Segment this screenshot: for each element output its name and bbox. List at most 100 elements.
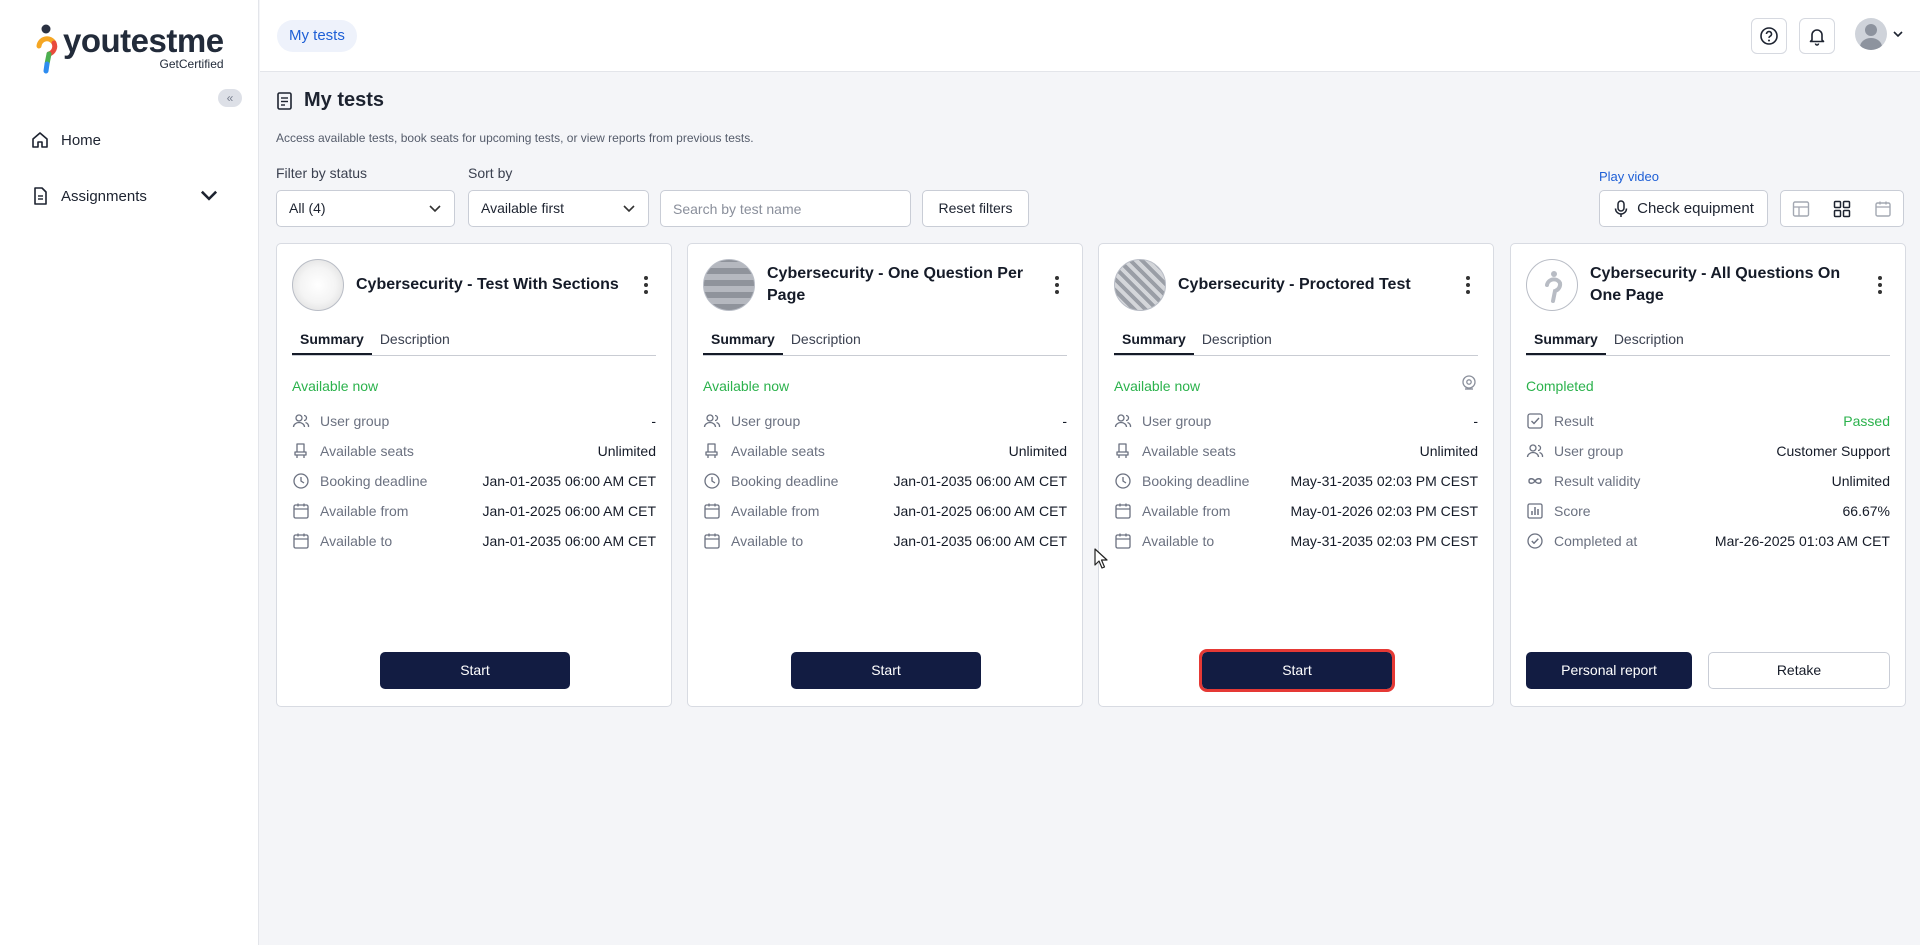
test-title[interactable]: Cybersecurity - Proctored Test bbox=[1178, 274, 1448, 296]
calendar-icon bbox=[1114, 502, 1132, 520]
reset-filters-button[interactable]: Reset filters bbox=[922, 190, 1029, 227]
page-title: My tests bbox=[276, 89, 384, 112]
brand-subtitle: GetCertified bbox=[159, 57, 224, 71]
calendar-view-button[interactable] bbox=[1862, 191, 1903, 226]
info-row-booking-deadline: Booking deadline Jan-01-2035 06:00 AM CE… bbox=[292, 466, 656, 496]
info-row-available-to: Available to Jan-01-2035 06:00 AM CET bbox=[703, 526, 1067, 556]
seat-icon bbox=[703, 442, 721, 460]
info-label: Result validity bbox=[1554, 473, 1641, 489]
status-filter-value: All (4) bbox=[289, 200, 326, 216]
home-icon bbox=[32, 132, 48, 148]
test-title[interactable]: Cybersecurity - Test With Sections bbox=[356, 274, 626, 296]
tab-description[interactable]: Description bbox=[372, 324, 458, 355]
more-options-icon[interactable] bbox=[1870, 276, 1890, 294]
test-thumbnail bbox=[1526, 259, 1578, 311]
test-card: Cybersecurity - Test With Sections Summa… bbox=[276, 243, 672, 707]
info-label: Available seats bbox=[1142, 443, 1236, 459]
mouse-cursor-icon bbox=[1094, 548, 1108, 569]
info-label: Available from bbox=[1142, 503, 1231, 519]
chevron-down-icon[interactable] bbox=[199, 186, 219, 206]
grid-view-icon bbox=[1833, 200, 1851, 217]
sort-label: Sort by bbox=[468, 165, 513, 181]
retake-button[interactable]: Retake bbox=[1708, 652, 1890, 689]
info-row-booking-deadline: Booking deadline Jan-01-2035 06:00 AM CE… bbox=[703, 466, 1067, 496]
tab-description[interactable]: Description bbox=[1194, 324, 1280, 355]
chevron-down-icon bbox=[623, 205, 635, 213]
info-value: Jan-01-2035 06:00 AM CET bbox=[482, 533, 656, 549]
tab-description[interactable]: Description bbox=[783, 324, 869, 355]
tab-summary[interactable]: Summary bbox=[1114, 324, 1194, 355]
info-value: Jan-01-2025 06:00 AM CET bbox=[893, 503, 1067, 519]
brand-logo[interactable]: youtestme GetCertified bbox=[33, 24, 224, 74]
info-label: User group bbox=[731, 413, 801, 429]
search-input[interactable] bbox=[660, 190, 911, 227]
sidebar-item-home[interactable]: Home bbox=[30, 130, 230, 150]
tab-summary[interactable]: Summary bbox=[703, 324, 783, 355]
tab-summary[interactable]: Summary bbox=[292, 324, 372, 355]
info-label: Booking deadline bbox=[731, 473, 839, 489]
sort-select[interactable]: Available first bbox=[468, 190, 649, 227]
bell-icon bbox=[1809, 29, 1825, 46]
view-switcher bbox=[1780, 190, 1904, 227]
grid-view-button[interactable] bbox=[1822, 191, 1863, 226]
info-row-user-group: User group - bbox=[292, 406, 656, 436]
test-title[interactable]: Cybersecurity - All Questions On One Pag… bbox=[1590, 263, 1860, 307]
info-label: Booking deadline bbox=[320, 473, 428, 489]
breadcrumb-my-tests[interactable]: My tests bbox=[277, 20, 357, 52]
info-row-seats: Available seats Unlimited bbox=[292, 436, 656, 466]
test-card: Cybersecurity - All Questions On One Pag… bbox=[1510, 243, 1906, 707]
info-row-seats: Available seats Unlimited bbox=[703, 436, 1067, 466]
info-label: Available to bbox=[320, 533, 393, 549]
info-value: May-31-2035 02:03 PM CEST bbox=[1290, 473, 1478, 489]
info-row-user-group: User group Customer Support bbox=[1526, 436, 1890, 466]
more-options-icon[interactable] bbox=[1047, 276, 1067, 294]
test-title[interactable]: Cybersecurity - One Question Per Page bbox=[767, 263, 1037, 307]
info-value: Unlimited bbox=[1831, 473, 1890, 489]
info-value: - bbox=[1473, 413, 1478, 429]
status-filter-select[interactable]: All (4) bbox=[276, 190, 455, 227]
more-options-icon[interactable] bbox=[636, 276, 656, 294]
infinity-icon bbox=[1526, 472, 1544, 490]
test-thumbnail bbox=[1114, 259, 1166, 311]
start-button[interactable]: Start bbox=[1199, 649, 1395, 692]
info-value: Unlimited bbox=[1419, 443, 1478, 459]
avatar bbox=[1855, 18, 1887, 50]
test-thumbnail bbox=[292, 259, 344, 311]
user-menu[interactable] bbox=[1855, 18, 1905, 50]
status-filter-label: Filter by status bbox=[276, 165, 368, 181]
main-content: My tests Access available tests, book se… bbox=[260, 73, 1920, 945]
sidebar: youtestme GetCertified « Home Assignment… bbox=[0, 0, 259, 945]
tab-summary[interactable]: Summary bbox=[1526, 324, 1606, 355]
start-button[interactable]: Start bbox=[791, 652, 981, 689]
info-value: Mar-26-2025 01:03 AM CET bbox=[1714, 533, 1890, 549]
status-badge: Available now bbox=[292, 378, 379, 394]
info-row-booking-deadline: Booking deadline May-31-2035 02:03 PM CE… bbox=[1114, 466, 1478, 496]
start-button[interactable]: Start bbox=[380, 652, 570, 689]
info-label: Available from bbox=[731, 503, 820, 519]
play-video-link[interactable]: Play video bbox=[1599, 169, 1659, 184]
brand-name: youtestme bbox=[63, 22, 224, 59]
help-button[interactable] bbox=[1751, 18, 1787, 54]
info-row-available-to: Available to Jan-01-2035 06:00 AM CET bbox=[292, 526, 656, 556]
tab-description[interactable]: Description bbox=[1606, 324, 1692, 355]
clock-icon bbox=[1114, 472, 1132, 490]
info-value: Jan-01-2035 06:00 AM CET bbox=[893, 533, 1067, 549]
info-value: Unlimited bbox=[1008, 443, 1067, 459]
clock-icon bbox=[703, 472, 721, 490]
notifications-button[interactable] bbox=[1799, 18, 1835, 54]
info-row-result: Result Passed bbox=[1526, 406, 1890, 436]
seat-icon bbox=[1114, 442, 1132, 460]
info-value: Jan-01-2035 06:00 AM CET bbox=[893, 473, 1067, 489]
check-equipment-button[interactable]: Check equipment bbox=[1599, 190, 1768, 227]
more-options-icon[interactable] bbox=[1458, 276, 1478, 294]
info-value: - bbox=[1062, 413, 1067, 429]
info-label: User group bbox=[320, 413, 390, 429]
checkbox-icon bbox=[1526, 412, 1544, 430]
personal-report-button[interactable]: Personal report bbox=[1526, 652, 1692, 689]
sidebar-item-assignments[interactable]: Assignments bbox=[30, 186, 230, 206]
status-badge: Completed bbox=[1526, 378, 1594, 394]
webcam-icon bbox=[1460, 374, 1478, 397]
sidebar-collapse-button[interactable]: « bbox=[218, 89, 242, 107]
table-view-button[interactable] bbox=[1781, 191, 1822, 226]
test-card: Cybersecurity - One Question Per Page Su… bbox=[687, 243, 1083, 707]
